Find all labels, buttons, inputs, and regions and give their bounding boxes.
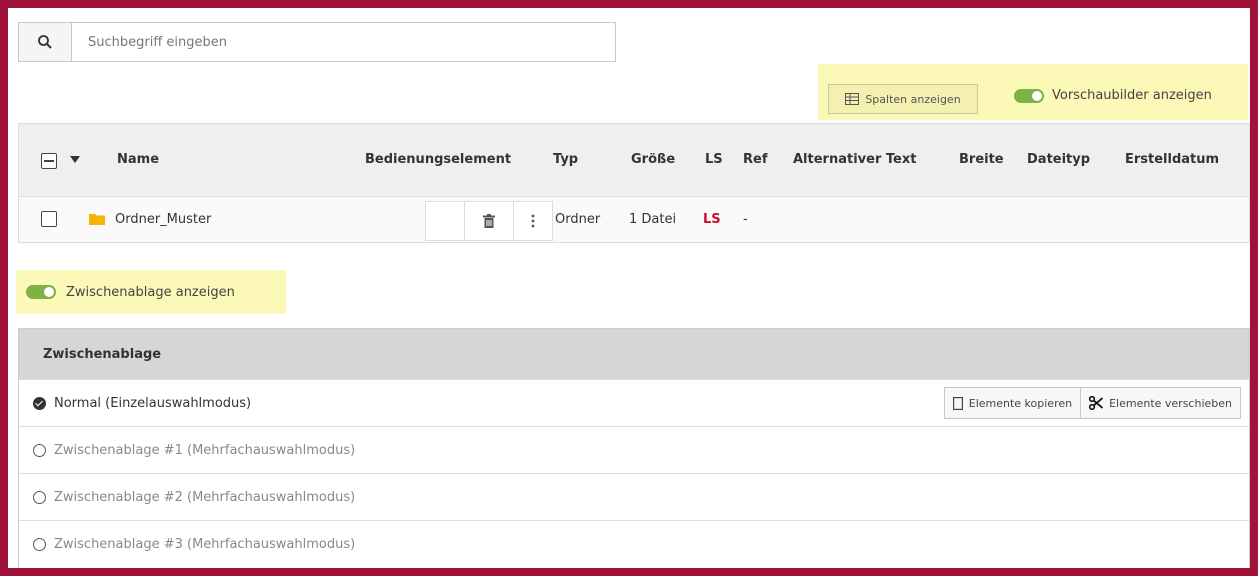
col-created[interactable]: Erstelldatum — [1125, 152, 1219, 167]
clipboard-mode-label: Zwischenablage #3 (Mehrfachauswahlmodus) — [54, 536, 356, 552]
row-checkbox[interactable] — [41, 211, 57, 227]
copy-icon — [952, 396, 963, 410]
col-alt-text[interactable]: Alternativer Text — [793, 152, 916, 167]
radio-button[interactable] — [33, 443, 46, 457]
view-options: Spalten anzeigen Vorschaubilder anzeigen — [818, 64, 1248, 120]
clipboard-mode-normal[interactable]: Normal (Einzelauswahlmodus) Elemente kop… — [19, 379, 1249, 426]
preview-toggle[interactable]: Vorschaubilder anzeigen — [1014, 88, 1212, 103]
clipboard-mode-label: Zwischenablage #1 (Mehrfachauswahlmodus) — [54, 442, 356, 458]
action-placeholder — [426, 202, 465, 240]
trash-icon — [483, 214, 495, 228]
move-elements-label: Elemente verschieben — [1109, 396, 1232, 410]
columns-icon — [845, 93, 860, 105]
select-all-checkbox[interactable] — [41, 153, 57, 169]
search-input[interactable] — [72, 23, 615, 61]
clipboard-actions: Elemente kopieren Elemente verschieben — [943, 387, 1241, 419]
search-bar — [18, 22, 616, 62]
more-options-button[interactable] — [514, 202, 552, 240]
col-name[interactable]: Name — [117, 152, 159, 167]
col-type[interactable]: Typ — [553, 152, 578, 167]
col-ref[interactable]: Ref — [743, 152, 767, 167]
clipboard-mode-1[interactable]: Zwischenablage #1 (Mehrfachauswahlmodus) — [19, 426, 1249, 473]
preview-toggle-label: Vorschaubilder anzeigen — [1052, 88, 1212, 103]
preview-toggle-switch[interactable] — [1014, 88, 1044, 103]
col-filetype[interactable]: Dateityp — [1027, 152, 1090, 167]
row-ref: - — [743, 212, 748, 227]
move-elements-button[interactable]: Elemente verschieben — [1081, 387, 1241, 419]
search-button[interactable] — [19, 23, 72, 61]
row-type: Ordner — [555, 212, 601, 227]
show-columns-label: Spalten anzeigen — [865, 92, 961, 106]
clipboard-toggle[interactable]: Zwischenablage anzeigen — [16, 270, 286, 314]
clipboard-toggle-switch[interactable] — [26, 285, 56, 299]
col-ls[interactable]: LS — [705, 152, 723, 167]
folder-icon — [89, 214, 105, 225]
scissors-icon — [1089, 396, 1104, 410]
row-name[interactable]: Ordner_Muster — [115, 212, 211, 227]
row-actions — [425, 201, 553, 241]
chevron-down-icon[interactable] — [70, 156, 80, 164]
clipboard-mode-2[interactable]: Zwischenablage #2 (Mehrfachauswahlmodus) — [19, 473, 1249, 520]
filelist-frame: Spalten anzeigen Vorschaubilder anzeigen… — [8, 8, 1250, 568]
copy-elements-label: Elemente kopieren — [968, 396, 1073, 410]
radio-button[interactable] — [33, 537, 46, 551]
delete-button[interactable] — [465, 202, 514, 240]
copy-elements-button[interactable]: Elemente kopieren — [943, 387, 1082, 419]
kebab-menu-icon — [531, 214, 535, 228]
col-width[interactable]: Breite — [959, 152, 1004, 167]
clipboard-panel: Zwischenablage Normal (Einzelauswahlmodu… — [18, 328, 1250, 568]
table-header: Name Bedienungselement Typ Größe LS Ref … — [19, 124, 1249, 197]
clipboard-toggle-label: Zwischenablage anzeigen — [66, 284, 235, 300]
clipboard-mode-3[interactable]: Zwischenablage #3 (Mehrfachauswahlmodus) — [19, 520, 1249, 567]
radio-button[interactable] — [33, 490, 46, 504]
clipboard-mode-label: Normal (Einzelauswahlmodus) — [54, 395, 252, 411]
clipboard-title: Zwischenablage — [19, 329, 1249, 379]
clipboard-mode-label: Zwischenablage #2 (Mehrfachauswahlmodus) — [54, 489, 356, 505]
row-size: 1 Datei — [629, 212, 677, 227]
check-circle-icon[interactable] — [33, 396, 46, 410]
col-actions: Bedienungselement — [365, 152, 512, 167]
file-table: Name Bedienungselement Typ Größe LS Ref … — [18, 123, 1250, 243]
show-columns-button[interactable]: Spalten anzeigen — [828, 84, 978, 114]
table-row[interactable]: Ordner_Muster Ordner 1 Datei LS - — [19, 197, 1249, 242]
row-ls[interactable]: LS — [703, 212, 721, 227]
search-icon — [38, 35, 52, 49]
col-size[interactable]: Größe — [631, 152, 675, 167]
